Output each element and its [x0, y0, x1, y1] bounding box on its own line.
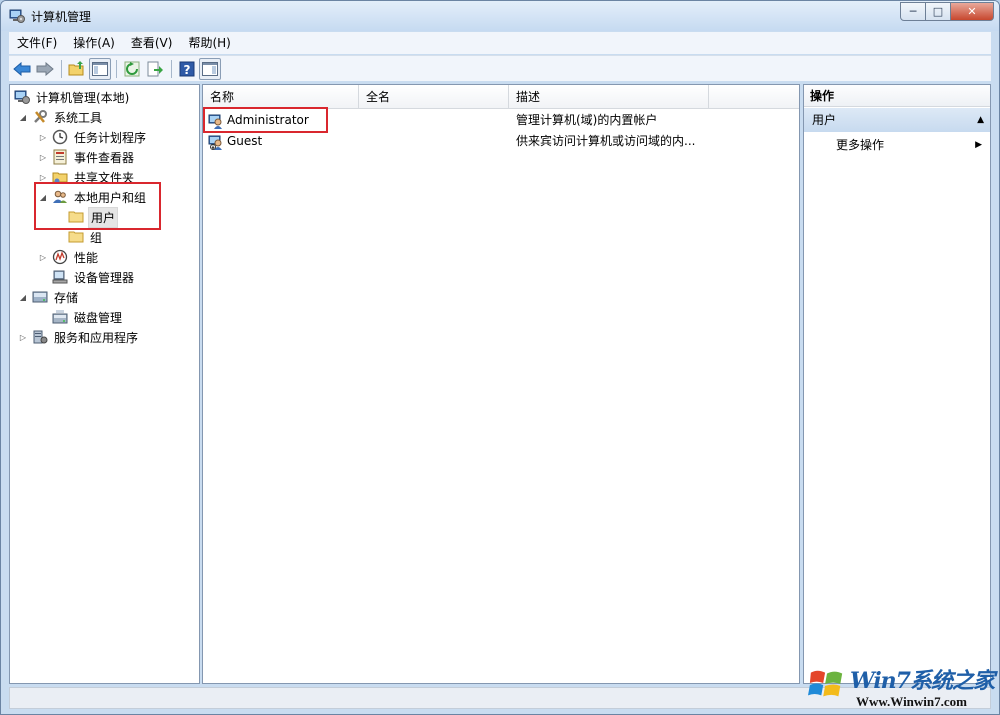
windows-logo-icon [808, 670, 843, 697]
performance-icon [52, 249, 68, 265]
event-viewer-icon [52, 149, 68, 165]
menu-view[interactable]: 查看(V) [123, 32, 181, 54]
tree-item-task-scheduler[interactable]: ▷ 任务计划程序 [38, 127, 148, 147]
clock-icon [52, 129, 68, 145]
highlight-box-administrator [203, 107, 328, 133]
tree-item-performance[interactable]: ▷ 性能 [38, 247, 100, 267]
maximize-icon: □ [932, 5, 944, 18]
column-header-description[interactable]: 描述 [509, 85, 709, 109]
close-icon: ✕ [967, 5, 977, 18]
collapse-up-icon[interactable]: ▲ [977, 108, 984, 132]
disk-management-icon [52, 309, 68, 325]
services-icon [32, 329, 48, 345]
tree-label: 系统工具 [54, 110, 103, 125]
column-header-fullname[interactable]: 全名 [359, 85, 509, 109]
maximize-button[interactable]: □ [926, 2, 951, 21]
tree-item-system-tools[interactable]: ◢ 系统工具 [18, 107, 104, 127]
user-description: 供来宾访问计算机或访问域的内... [516, 134, 696, 148]
tools-icon [32, 109, 48, 125]
tree-item-computer-management[interactable]: 计算机管理(本地) [14, 87, 131, 107]
actions-pane: 操作 用户 ▲ 更多操作 ▶ [803, 84, 991, 684]
tree-label: 存储 [54, 290, 79, 305]
device-manager-icon [52, 269, 68, 285]
console-tree[interactable]: 计算机管理(本地) ◢ 系统工具 ▷ 任务计划程序 ▷ 事件查看器 ▷ 共享文件… [9, 84, 200, 684]
svg-text:?: ? [184, 63, 191, 77]
collapsed-arrow-icon[interactable]: ▷ [18, 332, 28, 342]
menu-file[interactable]: 文件(F) [9, 32, 65, 54]
close-button[interactable]: ✕ [951, 2, 994, 21]
tree-label: 事件查看器 [74, 150, 135, 165]
guest-user-icon [208, 135, 222, 150]
computer-management-icon [9, 9, 25, 23]
expanded-arrow-icon[interactable]: ◢ [18, 292, 28, 302]
toolbar-separator [171, 59, 172, 78]
user-description: 管理计算机(域)的内置帐户 [516, 113, 658, 127]
menu-help[interactable]: 帮助(H) [180, 32, 238, 54]
tree-label: 设备管理器 [74, 270, 135, 285]
folder-icon [68, 229, 84, 245]
table-row[interactable]: Guest 供来宾访问计算机或访问域的内... [203, 131, 799, 152]
tree-item-device-manager[interactable]: 设备管理器 [52, 267, 136, 287]
refresh-icon [124, 61, 140, 76]
menu-bar: 文件(F) 操作(A) 查看(V) 帮助(H) [9, 32, 991, 54]
tree-item-storage[interactable]: ◢ 存储 [18, 287, 80, 307]
tree-item-services-apps[interactable]: ▷ 服务和应用程序 [18, 327, 140, 347]
tree-label: 性能 [74, 250, 99, 265]
highlight-box-local-users [34, 182, 161, 230]
show-hide-action-pane-button[interactable] [199, 57, 221, 80]
back-arrow-icon [13, 61, 31, 76]
tree-label: 组 [90, 230, 103, 245]
actions-header: 操作 [804, 85, 990, 107]
more-actions-item[interactable]: 更多操作 ▶ [804, 135, 990, 155]
toolbar-separator [116, 59, 117, 78]
user-name: Guest [227, 134, 263, 148]
submenu-arrow-icon: ▶ [975, 140, 982, 150]
up-one-level-button[interactable] [66, 58, 88, 80]
tree-label: 磁盘管理 [74, 310, 123, 325]
collapsed-arrow-icon[interactable]: ▷ [38, 172, 48, 182]
tree-item-event-viewer[interactable]: ▷ 事件查看器 [38, 147, 136, 167]
show-hide-action-pane-icon [202, 61, 218, 76]
help-button[interactable]: ? [176, 58, 198, 80]
toolbar-separator [61, 59, 62, 78]
watermark-title: Win7系统之家 [850, 668, 995, 694]
user-list[interactable]: 名称 全名 描述 Administrator 管理计算机(域)的内置帐户 Gue… [202, 84, 800, 684]
refresh-button[interactable] [121, 58, 143, 80]
column-header-filler [709, 85, 799, 109]
title-bar[interactable]: 计算机管理 ─ □ ✕ [1, 1, 999, 31]
toolbar: ? [9, 55, 991, 81]
export-list-button[interactable] [144, 58, 166, 80]
tree-item-groups[interactable]: 组 [68, 227, 104, 247]
show-hide-console-tree-button[interactable] [89, 57, 111, 80]
tree-label: 计算机管理(本地) [36, 90, 130, 105]
collapsed-arrow-icon[interactable]: ▷ [38, 132, 48, 142]
minimize-button[interactable]: ─ [900, 2, 926, 21]
watermark: Win7系统之家 Www.Winwin7.com [806, 661, 996, 713]
help-icon: ? [179, 61, 195, 77]
expanded-arrow-icon[interactable]: ◢ [18, 112, 28, 122]
window-controls: ─ □ ✕ [900, 2, 994, 21]
actions-section-users[interactable]: 用户 ▲ [804, 108, 990, 132]
export-list-icon [147, 61, 163, 76]
collapsed-arrow-icon[interactable]: ▷ [38, 252, 48, 262]
tree-label: 任务计划程序 [74, 130, 147, 145]
watermark-url: Www.Winwin7.com [856, 694, 967, 709]
column-header-name[interactable]: 名称 [203, 85, 359, 109]
computer-management-window: 计算机管理 ─ □ ✕ 文件(F) 操作(A) 查看(V) 帮助(H) ? 计算… [0, 0, 1000, 715]
computer-management-icon [14, 89, 30, 105]
up-folder-icon [68, 60, 84, 75]
forward-arrow-icon [36, 61, 54, 76]
collapsed-arrow-icon[interactable]: ▷ [38, 152, 48, 162]
more-actions-label: 更多操作 [836, 138, 885, 152]
window-title: 计算机管理 [31, 10, 92, 24]
forward-button[interactable] [34, 58, 56, 80]
tree-label: 服务和应用程序 [54, 330, 139, 345]
storage-icon [32, 289, 48, 305]
minimize-icon: ─ [909, 5, 917, 18]
actions-section-label: 用户 [812, 113, 837, 127]
back-button[interactable] [11, 58, 33, 80]
tree-item-disk-management[interactable]: 磁盘管理 [52, 307, 124, 327]
show-hide-tree-icon [92, 61, 108, 76]
menu-action[interactable]: 操作(A) [65, 32, 123, 54]
